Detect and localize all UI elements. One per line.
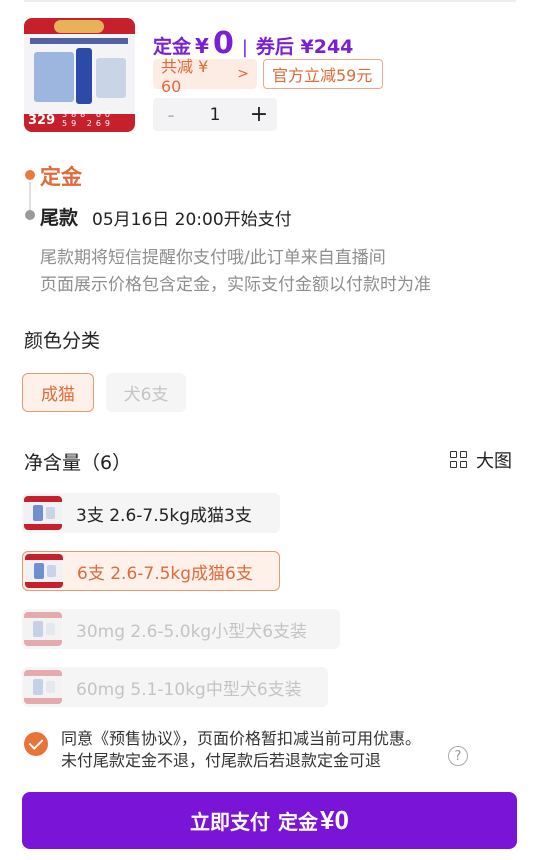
top-divider	[24, 0, 516, 2]
net-option-3-cat[interactable]: 3支 2.6-7.5kg成猫3支	[22, 493, 280, 533]
timeline-note-sms: 尾款期将短信提醒你支付哦/此订单来自直播间	[40, 248, 386, 268]
agreement-text-line2: 未付尾款定金不退，付尾款后若退款定金可退	[61, 751, 382, 770]
net-option-small-dog[interactable]: 30mg 2.6-5.0kg小型犬6支装	[22, 609, 340, 649]
thumbnail-banner	[54, 20, 104, 33]
big-image-label: 大图	[476, 451, 512, 472]
timeline-note-price: 页面展示价格包含定金，实际支付金额以付款时为准	[40, 275, 431, 295]
official-discount-label: 官方立减59元	[272, 66, 373, 85]
agreement-text-line1[interactable]: 同意《预售协议》，页面价格暂扣减当前可用优惠。	[61, 725, 421, 749]
pay-button-amount: ¥0	[320, 805, 349, 835]
thumbnail-price: 329	[28, 113, 56, 128]
net-section-title: 净含量（6）	[24, 452, 132, 474]
net-option-medium-dog[interactable]: 60mg 5.1-10kg中型犬6支装	[22, 667, 328, 707]
quantity-stepper: - 1 +	[153, 98, 277, 131]
option-thumbnail	[24, 496, 62, 530]
timeline-dot-final-icon	[25, 210, 35, 220]
after-coupon-price: 券后 ¥244	[255, 36, 354, 58]
option-label: 3支 2.6-7.5kg成猫3支	[76, 505, 252, 526]
total-discount-label: 共减 ¥ 60	[161, 56, 209, 96]
agreement-checkbox[interactable]	[24, 732, 48, 756]
product-thumbnail[interactable]: 329 388 60 59 269	[24, 18, 135, 132]
option-thumbnail	[24, 670, 62, 704]
timeline-final-label: 尾款	[40, 207, 79, 229]
net-option-6-cat[interactable]: 6支 2.6-7.5kg成猫6支	[22, 551, 280, 591]
option-label: 30mg 2.6-5.0kg小型犬6支装	[76, 621, 308, 642]
deposit-price-line: 定金 ¥ 0 | 券后 ¥244	[153, 26, 354, 61]
timeline-deposit-label: 定金	[40, 165, 82, 189]
thumbnail-title-strip	[30, 38, 128, 44]
help-icon[interactable]: ?	[448, 746, 468, 766]
pay-button-deposit-label: 定金	[278, 812, 319, 834]
option-label: 6支 2.6-7.5kg成猫6支	[77, 563, 253, 584]
quantity-value[interactable]: 1	[189, 105, 241, 125]
thumbnail-product-pack	[96, 58, 126, 98]
thumbnail-product-tube	[76, 48, 92, 104]
timeline-dot-deposit-icon	[25, 170, 35, 180]
official-discount-chip: 官方立减59元	[263, 59, 383, 89]
option-label: 60mg 5.1-10kg中型犬6支装	[76, 679, 302, 700]
timeline-final-time: 05月16日 20:00开始支付	[92, 210, 292, 230]
option-thumbnail	[24, 612, 62, 646]
decrease-button[interactable]: -	[153, 103, 189, 127]
color-section-title: 颜色分类	[24, 330, 101, 352]
increase-button[interactable]: +	[241, 102, 277, 127]
option-thumbnail	[25, 554, 63, 588]
pay-button-label: 立即支付	[190, 812, 271, 834]
total-discount-chip[interactable]: 共减 ¥ 60 >	[153, 57, 257, 96]
thumbnail-price-breakdown: 388 60 59 269	[62, 110, 114, 128]
pay-now-button[interactable]: 立即支付 定金 ¥0	[22, 792, 517, 849]
big-image-toggle[interactable]: 大图	[450, 447, 512, 473]
color-option-cat[interactable]: 成猫	[22, 373, 94, 412]
thumbnail-product-box	[34, 52, 74, 102]
grid-icon	[450, 451, 468, 469]
color-option-dog[interactable]: 犬6支	[106, 373, 186, 412]
price-separator: |	[241, 37, 248, 58]
chevron-right-icon: >	[237, 66, 249, 82]
